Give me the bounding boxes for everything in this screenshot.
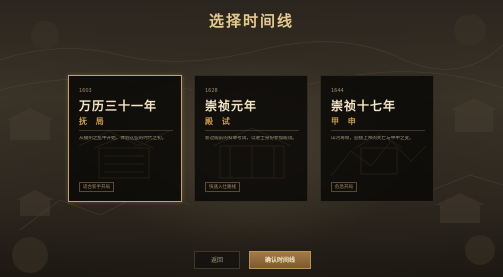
timeline-card-1628[interactable]: 1628 崇祯元年 殿 试 新过殿前的科举考试，以进士身份参加殿试。 快速入仕路… [194,75,308,202]
card-year: 1644 [331,88,344,94]
page-title: 选择时间线 [208,12,294,30]
card-divider [205,130,299,131]
card-description: 新过殿前的科举考试，以进士身份参加殿试。 [205,136,297,141]
card-tag: 危急开局 [331,182,357,192]
card-subtitle: 殿 试 [205,117,233,126]
card-divider [79,130,173,131]
card-description: 从播州之乱中开始，体验这些的时代之初。 [79,136,167,141]
card-year: 1628 [205,88,218,94]
card-era-title: 万历三十一年 [79,99,158,113]
card-subtitle: 甲 申 [331,117,359,126]
card-era-title: 崇祯十七年 [331,99,397,113]
card-era-title: 崇祯元年 [205,99,258,113]
card-divider [331,130,425,131]
timeline-card-1603[interactable]: 1603 万历三十一年 抚 局 从播州之乱中开始，体验这些的时代之初。 适合新手… [68,75,182,202]
back-button[interactable]: 返回 [194,251,240,269]
card-tag: 快速入仕路线 [205,182,240,192]
timeline-select-screen: 选择时间线 1603 万历三十一年 抚 局 从播州之乱中开始，体验这些的时代之初… [0,0,503,277]
timeline-card-1644[interactable]: 1644 崇祯十七年 甲 申 山河将倾，迎接上帝的死亡与甲申之变。 危急开局 [320,75,434,202]
card-year: 1603 [79,88,92,94]
confirm-timeline-button[interactable]: 确认时间线 [249,251,311,269]
card-subtitle: 抚 局 [79,117,107,126]
card-description: 山河将倾，迎接上帝的死亡与甲申之变。 [331,136,414,141]
card-tag: 适合新手开局 [79,182,114,192]
